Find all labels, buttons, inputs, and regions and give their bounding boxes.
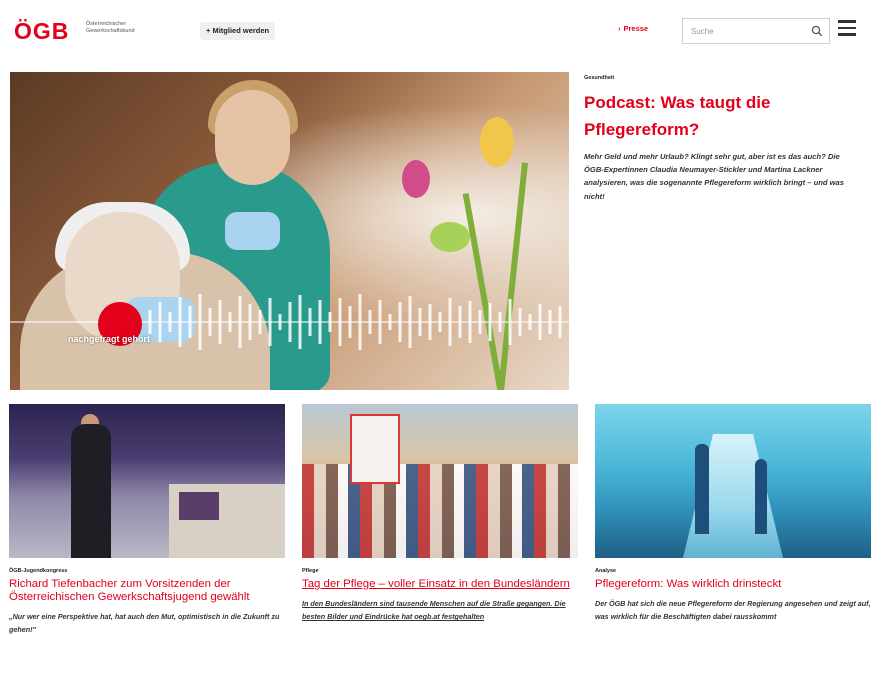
article-card: Pflege Tag der Pflege – voller Einsatz i… bbox=[302, 404, 578, 623]
hero-image[interactable]: nachgefragt gehört bbox=[10, 72, 569, 390]
hamburger-menu-icon[interactable] bbox=[838, 20, 856, 36]
article-category: Pflege bbox=[302, 568, 319, 574]
podcast-badge-text: nachgefragt gehört bbox=[68, 334, 151, 344]
hero-title-link[interactable]: Podcast: Was taugt die Pflegereform? bbox=[584, 89, 864, 143]
hero-teaser: Mehr Geld und mehr Urlaub? Klingt sehr g… bbox=[584, 152, 844, 201]
site-header: ÖGB Österreichischer Gewerkschaftsbund +… bbox=[0, 0, 883, 62]
join-member-button[interactable]: + Mitglied werden bbox=[200, 22, 276, 40]
article-title-link[interactable]: Pflegereform: Was wirklich drinsteckt bbox=[595, 578, 871, 591]
oegb-logo[interactable]: ÖGB bbox=[14, 18, 69, 45]
article-image[interactable] bbox=[595, 404, 871, 558]
article-teaser: „Nur wer eine Perspektive hat, hat auch … bbox=[9, 612, 280, 634]
search-input[interactable] bbox=[683, 19, 801, 43]
article-card: ÖGB-Jugendkongress Richard Tiefenbacher … bbox=[9, 404, 285, 636]
article-category: Analyse bbox=[595, 568, 617, 574]
article-card: Analyse Pflegereform: Was wirklich drins… bbox=[595, 404, 871, 623]
search-icon[interactable] bbox=[811, 25, 823, 37]
article-image[interactable] bbox=[302, 404, 578, 558]
search-box[interactable] bbox=[682, 18, 830, 44]
press-link[interactable]: › Presse bbox=[618, 24, 648, 33]
article-teaser-link[interactable]: In den Bundesländern sind tausende Mensc… bbox=[302, 597, 578, 623]
article-category: ÖGB-Jugendkongress bbox=[9, 568, 68, 574]
article-title-link[interactable]: Richard Tiefenbacher zum Vorsitzenden de… bbox=[9, 578, 285, 604]
article-teaser: Der ÖGB hat sich die neue Pflegereform d… bbox=[595, 599, 871, 621]
arrow-right-icon: › bbox=[618, 24, 621, 33]
article-title-link[interactable]: Tag der Pflege – voller Einsatz in den B… bbox=[302, 578, 578, 591]
podcast-badge: nachgefragt gehört bbox=[68, 302, 150, 372]
hero-category: Gesundheit bbox=[584, 75, 615, 81]
logo-subtitle: Österreichischer Gewerkschaftsbund bbox=[86, 21, 135, 34]
press-label: Presse bbox=[623, 24, 649, 33]
article-image[interactable] bbox=[9, 404, 285, 558]
